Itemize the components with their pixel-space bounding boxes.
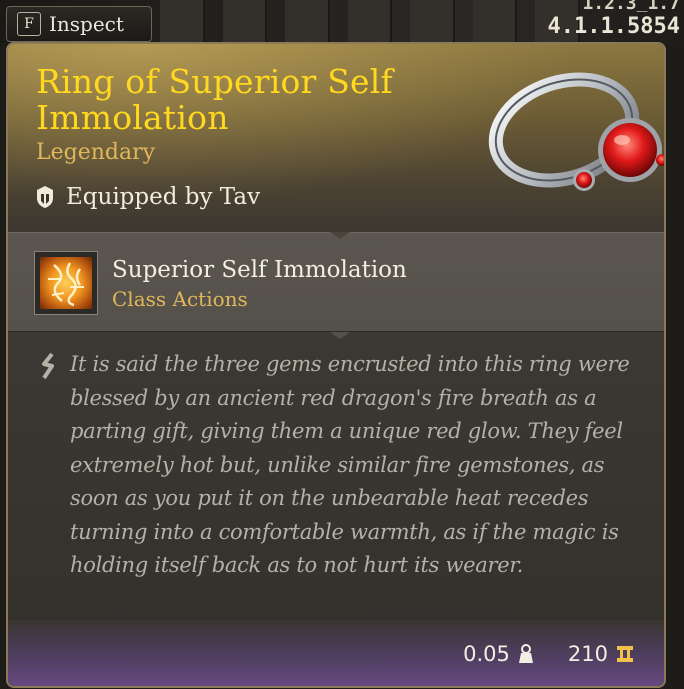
item-name: Ring of Superior Self Immolation: [36, 62, 393, 137]
hotbar-slot: [160, 0, 205, 46]
hotbar-slot: [472, 0, 518, 46]
item-description: It is said the three gems encrusted into…: [70, 352, 630, 577]
inspect-button[interactable]: F Inspect: [6, 6, 152, 42]
tooltip-footer: 0.05 210: [8, 620, 664, 686]
self-immolation-icon[interactable]: [34, 251, 98, 315]
item-stats: 0.05 210: [463, 642, 634, 666]
description-section: It is said the three gems encrusted into…: [8, 332, 664, 630]
quill-icon: [42, 352, 54, 380]
action-name: Superior Self Immolation: [112, 257, 407, 283]
version-top-text: 1.2.3_1.7: [582, 0, 680, 12]
version-readout: 1.2.3_1.7 4.1.1.5854: [534, 0, 684, 46]
divider-notch: [330, 332, 350, 339]
weight-value: 0.05: [463, 642, 510, 666]
weight-icon: [518, 644, 533, 663]
equipped-by: Equipped by Tav: [34, 184, 260, 210]
item-tooltip: Ring of Superior Self Immolation Legenda…: [6, 42, 666, 688]
gold-icon: [617, 646, 633, 662]
item-rarity: Legendary: [36, 140, 156, 165]
background-hotbar: [160, 0, 581, 46]
version-text: 4.1.1.5854: [547, 14, 680, 39]
inspect-label: Inspect: [49, 12, 124, 36]
gold-value: 210: [567, 642, 608, 666]
fire-rune-icon: [40, 257, 92, 309]
ring-item-icon: [488, 72, 664, 191]
divider-notch: [330, 232, 350, 239]
hotbar-slot: [347, 0, 393, 46]
hotbar-slot: [285, 0, 330, 46]
equipped-text: Equipped by Tav: [66, 184, 261, 210]
hotbar-slot: [410, 0, 455, 46]
inspect-key: F: [17, 12, 41, 36]
action-row[interactable]: Superior Self Immolation Class Actions: [8, 232, 664, 339]
helmet-icon: [37, 186, 53, 208]
action-type: Class Actions: [112, 287, 248, 311]
hotbar-slot: [222, 0, 268, 46]
